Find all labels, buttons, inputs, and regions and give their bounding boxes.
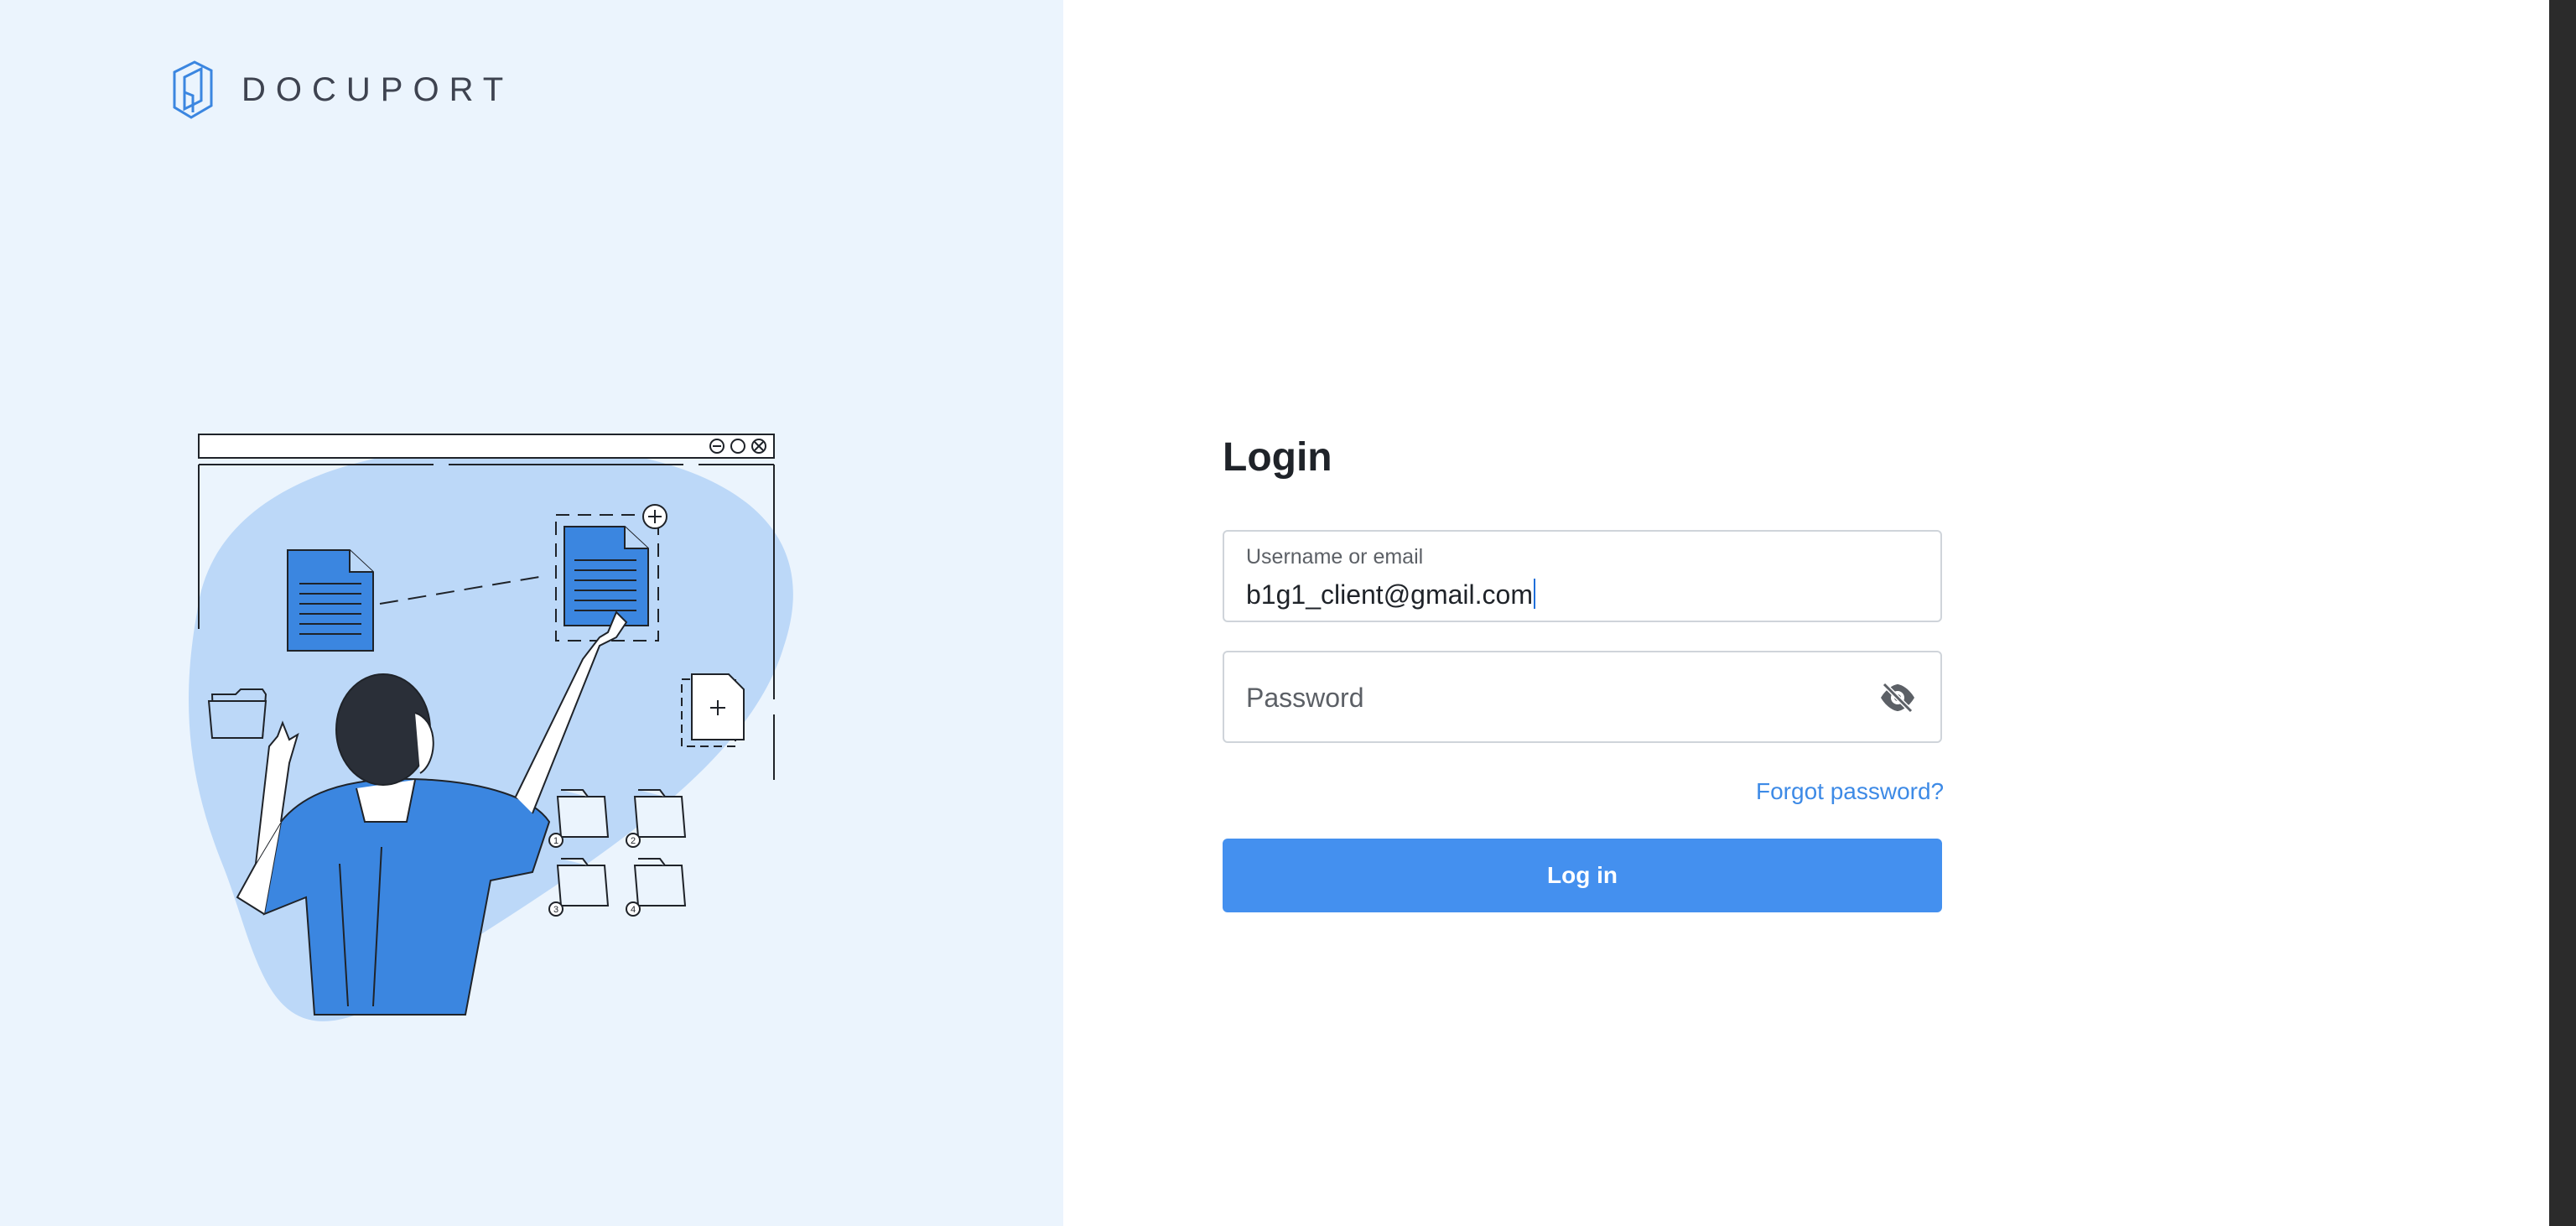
left-panel: DOCUPORT 1 2 3 4 bbox=[0, 0, 1063, 1226]
forgot-password-link[interactable]: Forgot password? bbox=[1756, 778, 1944, 805]
login-title: Login bbox=[1223, 435, 1332, 480]
username-value: b1g1_client@gmail.com bbox=[1246, 579, 1533, 610]
folder-badge: 3 bbox=[553, 905, 558, 915]
docuport-logo-icon bbox=[173, 60, 213, 119]
login-button[interactable]: Log in bbox=[1223, 839, 1942, 912]
folder-icon bbox=[207, 688, 267, 739]
text-caret bbox=[1533, 579, 1535, 609]
username-input[interactable]: b1g1_client@gmail.com bbox=[1246, 579, 1535, 610]
illustration: 1 2 3 4 bbox=[189, 434, 793, 1021]
document-icon bbox=[287, 549, 374, 652]
window-titlebar bbox=[198, 434, 775, 459]
folder-badge: 2 bbox=[631, 836, 636, 846]
logo: DOCUPORT bbox=[169, 59, 513, 121]
brand-name: DOCUPORT bbox=[242, 70, 514, 108]
document-icon bbox=[564, 526, 649, 626]
eye-off-icon[interactable] bbox=[1878, 681, 1917, 714]
username-field[interactable]: Username or email b1g1_client@gmail.com bbox=[1223, 530, 1942, 622]
add-icon bbox=[642, 504, 667, 529]
new-file-icon bbox=[681, 673, 745, 747]
folder-badge: 4 bbox=[631, 905, 636, 915]
password-input[interactable]: Password bbox=[1246, 683, 1364, 714]
username-label: Username or email bbox=[1246, 545, 1424, 569]
password-field[interactable]: Password bbox=[1223, 651, 1942, 743]
window-edge bbox=[2549, 0, 2576, 1226]
folder-badge: 1 bbox=[553, 836, 558, 846]
